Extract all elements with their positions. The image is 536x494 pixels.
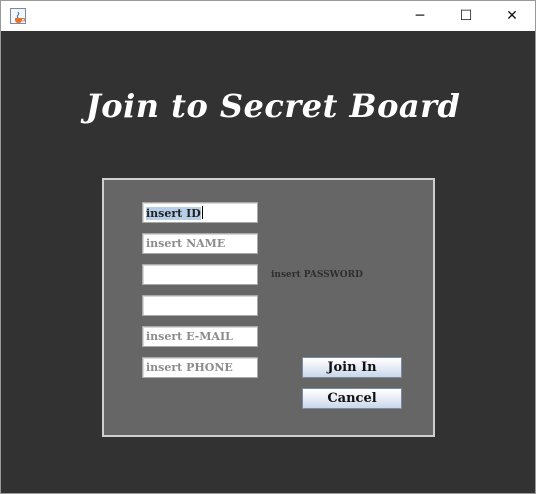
app-window: ─ ☐ ✕ Join to Secret Board insert ID ins… — [0, 0, 536, 494]
password-confirm-input[interactable] — [142, 295, 258, 316]
maximize-button[interactable]: ☐ — [443, 1, 489, 31]
id-input[interactable]: insert ID — [142, 202, 258, 223]
name-input[interactable]: insert NAME — [142, 233, 258, 254]
text-caret — [201, 206, 203, 219]
phone-input[interactable]: insert PHONE — [142, 357, 258, 378]
minimize-button[interactable]: ─ — [397, 1, 443, 31]
password-hint-label: insert PASSWORD — [271, 270, 363, 280]
join-in-button[interactable]: Join In — [302, 357, 402, 378]
password-input[interactable] — [142, 264, 258, 285]
java-cup-icon — [10, 8, 26, 24]
content-area: Join to Secret Board insert ID insert NA… — [1, 31, 535, 493]
join-form-panel: insert ID insert NAME insert PASSWORD in… — [102, 178, 435, 437]
page-title: Join to Secret Board — [85, 87, 461, 125]
phone-placeholder: insert PHONE — [146, 361, 233, 374]
close-icon: ✕ — [506, 8, 518, 24]
minimize-icon: ─ — [415, 8, 425, 24]
title-bar[interactable]: ─ ☐ ✕ — [1, 1, 535, 31]
email-placeholder: insert E-MAIL — [146, 330, 233, 343]
email-input[interactable]: insert E-MAIL — [142, 326, 258, 347]
id-input-text: insert ID — [146, 207, 201, 220]
close-button[interactable]: ✕ — [489, 1, 535, 31]
cancel-button[interactable]: Cancel — [302, 388, 402, 409]
name-placeholder: insert NAME — [146, 237, 226, 250]
maximize-icon: ☐ — [459, 8, 473, 24]
